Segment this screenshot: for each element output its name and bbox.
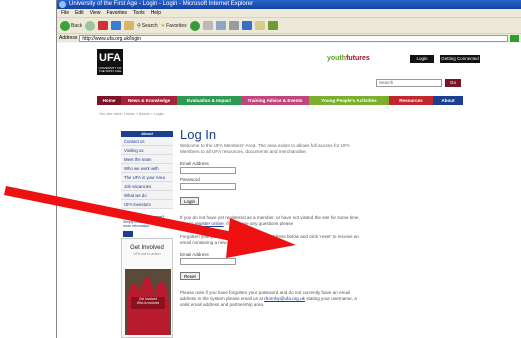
site-search-input[interactable]: Search (376, 79, 442, 87)
back-button[interactable]: Back (60, 20, 83, 31)
youthfutures-logo[interactable]: youthfutures (327, 55, 370, 62)
back-label: Back (71, 22, 83, 29)
password-label: Password (180, 177, 200, 182)
forgot-password-text: Forgotten your password? Enter your emai… (180, 234, 359, 245)
window-title: University of the First Age - Login - Lo… (69, 1, 254, 7)
favorites-label: Favorites (166, 22, 187, 29)
sidebar-item-investors[interactable]: UFA Investors (121, 200, 173, 209)
youthfutures-text-b: futures (346, 55, 370, 62)
email-label: Email Address (180, 161, 209, 166)
register-text-b: . If you have any questions please (223, 221, 294, 226)
sidebar-submit-button[interactable] (123, 231, 133, 237)
media-icon[interactable] (189, 20, 200, 31)
title-bar: University of the First Age - Login - Lo… (57, 0, 521, 9)
login-button[interactable]: Login (180, 197, 200, 205)
print-icon[interactable] (228, 21, 239, 30)
photo-caption: Get Involved Who is involved (131, 297, 165, 309)
menu-edit[interactable]: Edit (75, 9, 84, 17)
forward-button[interactable] (85, 20, 96, 31)
refresh-icon[interactable] (111, 21, 122, 30)
messenger-icon[interactable] (267, 21, 278, 30)
nav-young-peoples-activities[interactable]: Young People's Activities (309, 96, 389, 105)
forward-arrow-icon (85, 20, 96, 31)
nav-resources[interactable]: Resources (389, 96, 433, 105)
edit-icon[interactable] (241, 21, 252, 30)
intro-text: Welcome to the UFA Members' Area. The ar… (180, 143, 350, 154)
password-field[interactable] (180, 183, 236, 190)
favorites-button[interactable]: ★ Favorites (161, 23, 187, 29)
sidebar-item-jobs[interactable]: Job vacancies (121, 182, 173, 191)
nav-news-knowledge[interactable]: News & Knowledge (121, 96, 177, 105)
sidebar-item-visiting[interactable]: Visiting us (121, 146, 173, 155)
get-involved-title: Get Involved (130, 245, 164, 251)
sidebar-question-link[interactable]: Simply create a request for more informa… (121, 220, 173, 228)
logo-subtitle: UNIVERSITY OF THE FIRST AGE (98, 66, 122, 73)
menu-favorites[interactable]: Favorites (106, 9, 127, 17)
logo-text: UFA (99, 52, 121, 64)
menu-help[interactable]: Help (151, 9, 161, 17)
get-involved-subtitle: UFA call to action (133, 252, 161, 256)
register-online-link[interactable]: register online (195, 221, 224, 226)
nav-evaluation-impact[interactable]: Evaluation & Impact (177, 96, 241, 105)
sidebar-item-team[interactable]: Meet the team (121, 155, 173, 164)
search-icon: ⚲ (137, 22, 141, 29)
reset-email-field[interactable] (180, 258, 236, 265)
sidebar: About Contact us Visiting us Meet the te… (121, 131, 173, 237)
menu-view[interactable]: View (90, 9, 101, 17)
note-text: Please note if you have forgotten your p… (180, 290, 365, 308)
toolbar: Back ⚲ Search ★ Favorites (57, 17, 521, 33)
sidebar-item-ufa-in-area[interactable]: The UFA in your Area (121, 173, 173, 182)
ie-icon (59, 1, 66, 8)
folder-icon[interactable] (254, 21, 265, 30)
login-header-button[interactable]: Login (410, 55, 434, 63)
login-content: Log In Welcome to the UFA Members' Area.… (180, 127, 380, 308)
search-label: Search (141, 22, 158, 29)
getting-connected-button[interactable]: Getting Connected (440, 55, 480, 63)
menu-bar: File Edit View Favorites Tools Help (57, 9, 521, 17)
get-involved-photo: Get Involved Who is involved (125, 269, 171, 335)
history-icon[interactable] (202, 21, 213, 30)
reset-email-label: Email Address (180, 252, 209, 257)
address-field[interactable]: http://www.ufa.org.uk/login (79, 34, 508, 42)
browser-window: University of the First Age - Login - Lo… (56, 0, 521, 338)
site-search-go-button[interactable]: Go (445, 79, 461, 87)
page-title: Log In (180, 127, 217, 142)
menu-file[interactable]: File (61, 9, 69, 17)
reset-button[interactable]: Reset (180, 272, 200, 280)
stop-icon[interactable] (98, 21, 109, 30)
nav-home[interactable]: Home (97, 96, 121, 105)
youthfutures-text-a: youth (327, 55, 347, 62)
star-icon: ★ (160, 22, 166, 29)
register-text: If you do not have yet registered as a m… (180, 215, 365, 227)
home-icon[interactable] (124, 21, 135, 30)
get-involved-panel[interactable]: Get Involved UFA call to action Get Invo… (121, 238, 173, 338)
contact-email-link[interactable]: rhornby@ufa.org.uk (264, 296, 305, 301)
address-bar: Address http://www.ufa.org.uk/login (57, 33, 521, 42)
back-arrow-icon (60, 20, 70, 31)
web-page: UFA UNIVERSITY OF THE FIRST AGE youthfut… (57, 43, 521, 338)
mail-icon[interactable] (215, 21, 226, 30)
sidebar-item-who-we-work-with[interactable]: Who we work with (121, 164, 173, 173)
main-nav: Home News & Knowledge Evaluation & Impac… (97, 96, 497, 105)
menu-tools[interactable]: Tools (133, 9, 145, 17)
nav-training[interactable]: Training Advice & Events (241, 96, 309, 105)
ufa-logo[interactable]: UFA UNIVERSITY OF THE FIRST AGE (97, 49, 123, 75)
sidebar-item-what-we-do[interactable]: What we do (121, 191, 173, 200)
photo-caption-line2: Who is involved (136, 301, 160, 305)
nav-about[interactable]: About (433, 96, 463, 105)
sidebar-item-contact[interactable]: Contact us (121, 137, 173, 146)
go-icon[interactable] (510, 34, 519, 42)
email-field[interactable] (180, 167, 236, 174)
breadcrumb: You are here: Home > About > Login (99, 111, 164, 116)
search-button[interactable]: ⚲ Search (137, 23, 158, 29)
address-label: Address (59, 35, 78, 41)
